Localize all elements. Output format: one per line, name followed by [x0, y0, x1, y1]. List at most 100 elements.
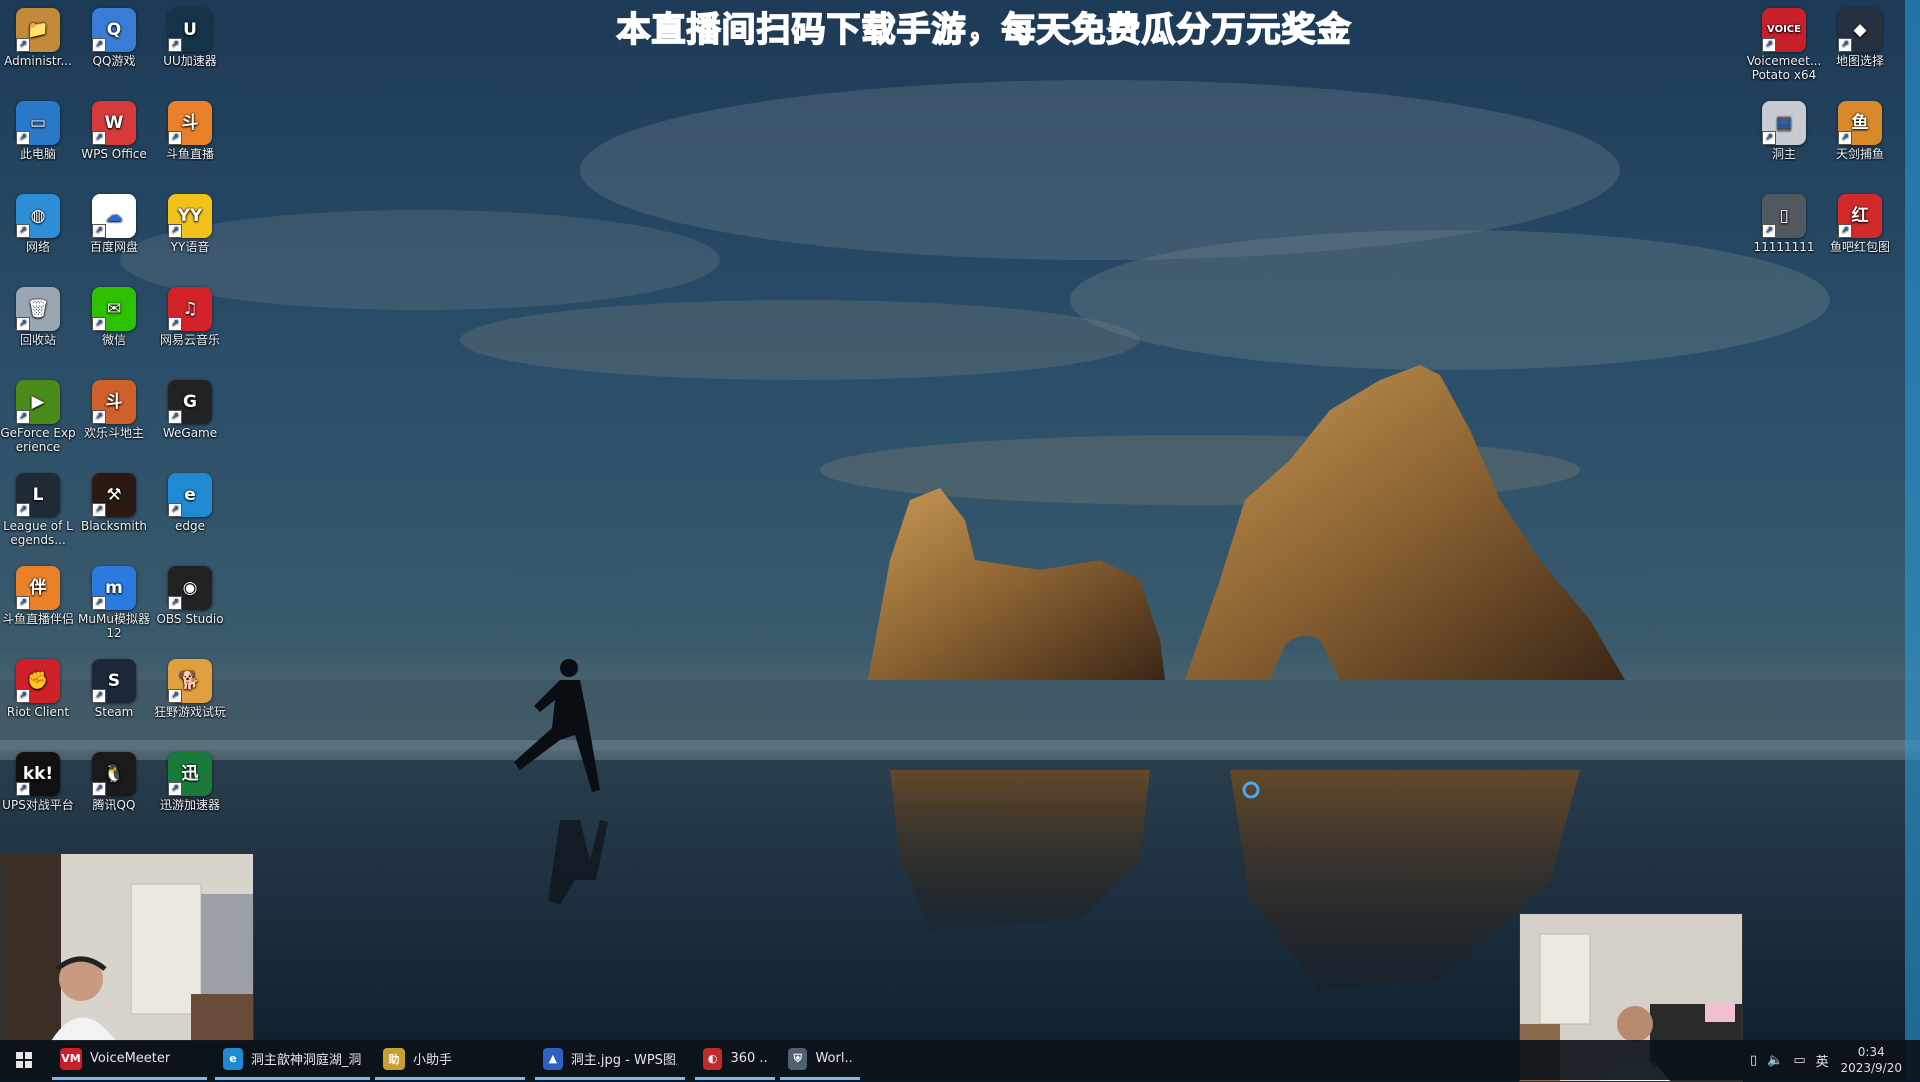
shortcut-arrow-icon: ↗ — [168, 317, 182, 331]
icon-label: 迅游加速器 — [159, 798, 220, 812]
desktop-icon-left-25[interactable]: 🐧 ↗ 腾讯QQ — [76, 748, 152, 812]
desktop-icon-left-6[interactable]: ◍ ↗ 网络 — [0, 190, 76, 254]
desktop-icon-left-22[interactable]: S ↗ Steam — [76, 655, 152, 719]
shortcut-arrow-icon: ↗ — [92, 131, 106, 145]
shortcut-arrow-icon: ↗ — [16, 503, 30, 517]
shortcut-arrow-icon: ↗ — [168, 224, 182, 238]
steam-icon: S ↗ — [92, 659, 136, 703]
desktop-icon-right-1[interactable]: ◆ ↗ 地图选择 — [1822, 4, 1898, 68]
shortcut-arrow-icon: ↗ — [16, 224, 30, 238]
desktop-icon-left-5[interactable]: 斗 ↗ 斗鱼直播 — [152, 97, 228, 161]
icon-label: GeForce Experience — [0, 426, 76, 454]
desktop-icon-left-14[interactable]: G ↗ WeGame — [152, 376, 228, 440]
desktop-icon-right-5[interactable]: 红 ↗ 鱼吧红包图 — [1822, 190, 1898, 254]
icon-label: WPS Office — [81, 147, 147, 161]
desktop-icon-left-11[interactable]: ♫ ↗ 网易云音乐 — [152, 283, 228, 347]
desktop-icon-left-2[interactable]: U ↗ UU加速器 — [152, 4, 228, 68]
taskbar-app-1[interactable]: e 洞主歆神洞庭湖_洞... — [215, 1040, 370, 1080]
icon-label: OBS Studio — [156, 612, 224, 626]
taskbar-app-label: 小助手 — [413, 1053, 453, 1068]
desktop-icon-left-12[interactable]: ▶ ↗ GeForce Experience — [0, 376, 76, 454]
desktop-icon-left-23[interactable]: 🐕 ↗ 狂野游戏试玩 — [152, 655, 228, 719]
desktop-icon-left-19[interactable]: m ↗ MuMu模拟器12 — [76, 562, 152, 640]
wild-game-icon: 🐕 ↗ — [168, 659, 212, 703]
icon-label: 地图选择 — [1835, 54, 1884, 68]
icon-label: 天剑捕鱼 — [1835, 147, 1884, 161]
taskbar-app-icon: ◐ — [703, 1047, 723, 1070]
shortcut-arrow-icon: ↗ — [16, 689, 30, 703]
icon-label: edge — [175, 519, 205, 533]
icon-label: UPS对战平台 — [2, 798, 74, 812]
taskbar-app-2[interactable]: 助小助手 — [375, 1040, 525, 1080]
clock[interactable]: 0:34 2023/9/20 — [1840, 1044, 1902, 1076]
red-packet-image-icon: 红 ↗ — [1838, 194, 1882, 238]
shortcut-arrow-icon: ↗ — [168, 131, 182, 145]
icon-label: 鱼吧红包图 — [1829, 240, 1890, 254]
usb-icon[interactable]: ▯ — [1750, 1053, 1757, 1068]
icon-label: 洞主 — [1771, 147, 1796, 161]
taskbar-app-icon: e — [223, 1047, 243, 1070]
desktop-icon-right-4[interactable]: ▯ ↗ 11111111 — [1746, 190, 1822, 254]
icon-label: 网易云音乐 — [159, 333, 220, 347]
icon-label: YY语音 — [170, 240, 210, 254]
taskbar-app-4[interactable]: ◐ 360 ... — [695, 1040, 775, 1080]
icon-label: MuMu模拟器12 — [78, 612, 150, 640]
desktop-icon-left-0[interactable]: 📁 ↗ Administr... — [0, 4, 76, 68]
wegame-icon: G ↗ — [168, 380, 212, 424]
shortcut-arrow-icon: ↗ — [168, 503, 182, 517]
taskbar-app-5[interactable]: ⛨ Worl... — [780, 1040, 860, 1080]
blacksmith-icon: ⚒ ↗ — [92, 473, 136, 517]
dongzhu-image-icon: ▤ ↗ — [1762, 101, 1806, 145]
start-button[interactable] — [8, 1040, 44, 1080]
desktop-icon-left-13[interactable]: 斗 ↗ 欢乐斗地主 — [76, 376, 152, 440]
volume-icon[interactable]: 🔈 — [1767, 1053, 1783, 1068]
this-pc-icon: ▭ ↗ — [16, 101, 60, 145]
desktop-icon-left-21[interactable]: ✊ ↗ Riot Client — [0, 655, 76, 719]
shortcut-arrow-icon: ↗ — [92, 503, 106, 517]
desktop-icon-left-4[interactable]: W ↗ WPS Office — [76, 97, 152, 161]
desktop-icon-left-8[interactable]: YY ↗ YY语音 — [152, 190, 228, 254]
icon-label: 微信 — [101, 333, 126, 347]
shortcut-arrow-icon: ↗ — [1838, 131, 1852, 145]
douyu-companion-icon: 伴 ↗ — [16, 566, 60, 610]
desktop-icon-left-26[interactable]: 迅 ↗ 迅游加速器 — [152, 748, 228, 812]
desktop-icon-left-15[interactable]: L ↗ League of Legends... — [0, 469, 76, 547]
recycle-bin-icon: 🗑 ↗ — [16, 287, 60, 331]
desktop-icon-right-2[interactable]: ▤ ↗ 洞主 — [1746, 97, 1822, 161]
doudizhu-icon: 斗 ↗ — [92, 380, 136, 424]
network-tray-icon[interactable]: ▭ — [1793, 1053, 1805, 1068]
desktop-icon-left-1[interactable]: Q ↗ QQ游戏 — [76, 4, 152, 68]
network-icon: ◍ ↗ — [16, 194, 60, 238]
icon-label: League of Legends... — [3, 519, 73, 547]
icon-label: 此电脑 — [19, 147, 56, 161]
desktop-icon-left-10[interactable]: ✉ ↗ 微信 — [76, 283, 152, 347]
input-language[interactable]: 英 — [1816, 1051, 1829, 1070]
taskbar-app-label: 洞主.jpg - WPS图片 — [570, 1053, 677, 1068]
yy-voice-icon: YY ↗ — [168, 194, 212, 238]
promo-banner: 本直播间扫码下载手游，每天免费瓜分万元奖金 — [0, 2, 1920, 51]
kk-platform-icon: kk! ↗ — [16, 752, 60, 796]
desktop-icon-right-3[interactable]: 鱼 ↗ 天剑捕鱼 — [1822, 97, 1898, 161]
desktop-icon-right-0[interactable]: VOICE ↗ Voicemeet... Potato x64 — [1746, 4, 1822, 82]
desktop-icon-left-18[interactable]: 伴 ↗ 斗鱼直播伴侣 — [0, 562, 76, 626]
taskbar-app-label: Worl... — [815, 1051, 852, 1066]
baidu-netdisk-icon: ☁ ↗ — [92, 194, 136, 238]
shortcut-arrow-icon: ↗ — [168, 410, 182, 424]
desktop-icon-left-16[interactable]: ⚒ ↗ Blacksmith — [76, 469, 152, 533]
desktop-icon-left-9[interactable]: 🗑 ↗ 回收站 — [0, 283, 76, 347]
taskbar-app-label: VoiceMeeter — [90, 1051, 171, 1066]
icon-label: 斗鱼直播 — [165, 147, 214, 161]
taskbar-app-3[interactable]: ▲ 洞主.jpg - WPS图片 — [535, 1040, 685, 1080]
desktop-icon-left-20[interactable]: ◉ ↗ OBS Studio — [152, 562, 228, 626]
desktop-icon-left-7[interactable]: ☁ ↗ 百度网盘 — [76, 190, 152, 254]
shortcut-arrow-icon: ↗ — [16, 38, 30, 52]
douyu-icon: 斗 ↗ — [168, 101, 212, 145]
desktop-icon-left-24[interactable]: kk! ↗ UPS对战平台 — [0, 748, 76, 812]
desktop-icon-left-17[interactable]: e ↗ edge — [152, 469, 228, 533]
taskbar-app-0[interactable]: VM VoiceMeeter — [52, 1040, 207, 1080]
shortcut-arrow-icon: ↗ — [92, 410, 106, 424]
icon-label: 网络 — [25, 240, 50, 254]
icon-label: 欢乐斗地主 — [83, 426, 144, 440]
promo-banner-text: 本直播间扫码下载手游，每天免费瓜分万元奖金 — [616, 9, 1352, 51]
desktop-icon-left-3[interactable]: ▭ ↗ 此电脑 — [0, 97, 76, 161]
